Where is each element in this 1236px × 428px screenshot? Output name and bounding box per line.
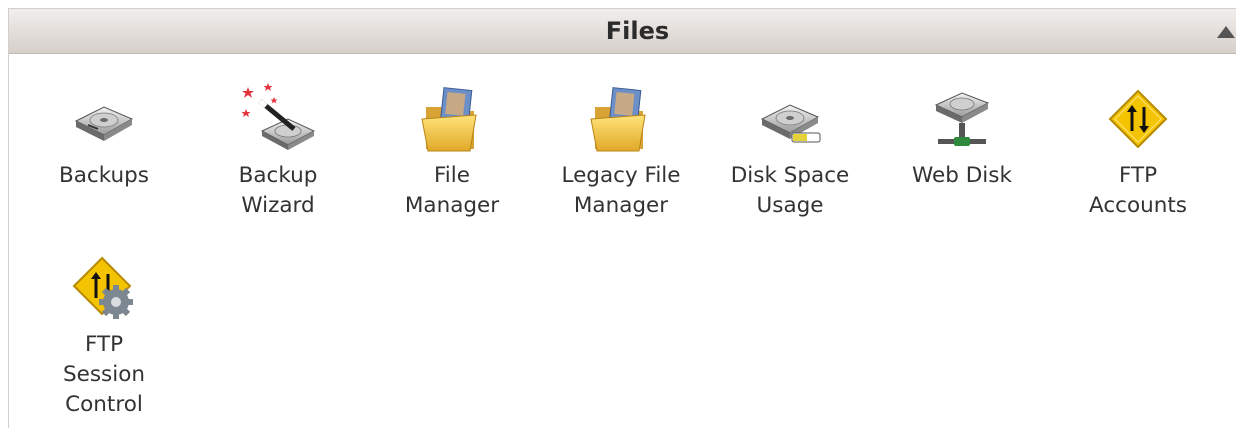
- item-label: Backups: [58, 163, 149, 188]
- triangle-up-icon: [1217, 26, 1235, 38]
- backup-disk-icon: [74, 106, 134, 141]
- ftp-session-control-link[interactable]: FTP Session Control: [31, 248, 177, 420]
- legacy-file-manager-folder-icon: [590, 87, 646, 152]
- disk-space-usage-icon: [760, 104, 821, 143]
- files-panel: Files Backups Backup Wizard File Manager…: [8, 8, 1236, 428]
- panel-header[interactable]: Files: [9, 9, 1236, 54]
- item-label: Web Disk: [912, 163, 1012, 188]
- web-disk-link[interactable]: Web Disk: [889, 79, 1035, 191]
- ftp-accounts-link[interactable]: FTP Accounts: [1065, 79, 1211, 221]
- legacy-file-manager-link[interactable]: Legacy File Manager: [548, 79, 694, 221]
- item-label: FTP Session Control: [62, 332, 146, 417]
- item-label: Disk Space Usage: [730, 163, 850, 218]
- file-manager-link[interactable]: File Manager: [379, 79, 525, 221]
- backups-link[interactable]: Backups: [31, 79, 177, 191]
- collapse-toggle[interactable]: [1212, 9, 1236, 54]
- disk-space-usage-link[interactable]: Disk Space Usage: [717, 79, 863, 221]
- panel-title: Files: [605, 17, 670, 45]
- file-manager-folder-icon: [421, 87, 477, 152]
- item-label: Backup Wizard: [238, 163, 318, 218]
- ftp-accounts-icon: [1108, 89, 1168, 149]
- backup-wizard-icon: [241, 83, 316, 150]
- backup-wizard-link[interactable]: Backup Wizard: [205, 79, 351, 221]
- web-disk-icon: [934, 92, 990, 146]
- ftp-session-control-icon: [72, 256, 133, 319]
- item-label: FTP Accounts: [1088, 163, 1187, 218]
- item-label: Legacy File Manager: [561, 163, 681, 218]
- item-label: File Manager: [404, 163, 500, 218]
